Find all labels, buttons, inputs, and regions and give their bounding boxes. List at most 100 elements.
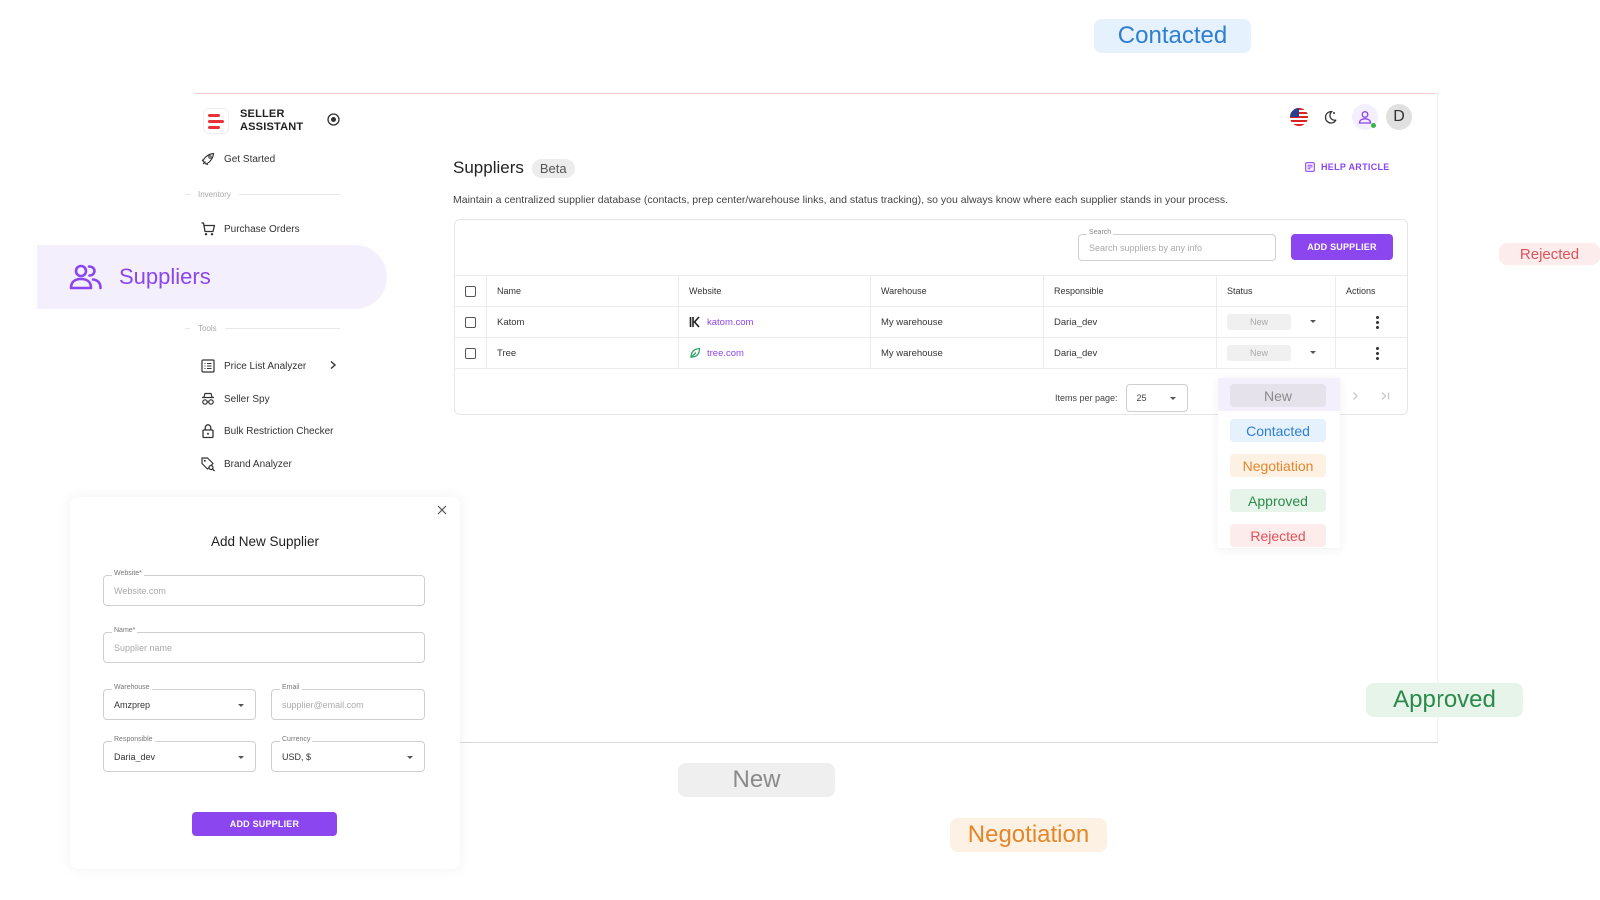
cell-name: Tree [487, 338, 679, 368]
email-input[interactable] [272, 690, 424, 719]
responsible-select[interactable]: Responsible [103, 736, 256, 772]
app-logo[interactable]: SELLER ASSISTANT [204, 108, 303, 134]
cart-icon [201, 222, 216, 236]
sidebar-item-price-list-analyzer[interactable]: Price List Analyzer [200, 357, 340, 375]
status-chip: New [1227, 345, 1291, 361]
floating-status-label: Approved [1393, 686, 1496, 713]
dark-mode-moon-icon[interactable] [1322, 109, 1338, 125]
sidebar-item-suppliers[interactable]: Suppliers [37, 245, 387, 309]
website-field[interactable]: Website* [103, 570, 425, 606]
close-icon[interactable] [437, 505, 447, 515]
add-supplier-button[interactable]: ADD SUPPLIER [1291, 234, 1393, 260]
field-label: Name* [112, 627, 138, 634]
items-per-page-select[interactable]: 25 [1125, 384, 1188, 412]
katom-favicon-icon [689, 316, 700, 328]
status-dropdown-menu: New Contacted Negotiation Approved Rejec… [1218, 378, 1340, 548]
select-all-checkbox[interactable] [464, 285, 476, 297]
sidebar-item-purchase-orders[interactable]: Purchase Orders [200, 220, 300, 238]
status-select[interactable]: New [1227, 344, 1321, 362]
warehouse-value[interactable] [104, 690, 255, 719]
name-input[interactable] [104, 633, 424, 662]
suppliers-table: Name Website Warehouse Responsible Statu… [454, 275, 1408, 369]
column-header-warehouse[interactable]: Warehouse [871, 276, 1044, 306]
sidebar-item-brand-analyzer[interactable]: Brand Analyzer [200, 455, 292, 473]
logo-text: SELLER ASSISTANT [240, 108, 303, 134]
status-select[interactable]: New [1227, 313, 1321, 331]
last-page-icon[interactable] [1379, 391, 1391, 401]
sidebar-item-label: Suppliers [119, 264, 211, 289]
sidebar-item-label: Price List Analyzer [224, 360, 307, 372]
user-icon [1358, 111, 1372, 124]
responsible-value[interactable] [104, 742, 255, 771]
page-title: Suppliers Beta [453, 158, 575, 178]
page-description: Maintain a centralized supplier database… [453, 194, 1229, 206]
cell-website: tree.com [679, 338, 871, 368]
beta-badge: Beta [531, 158, 575, 178]
logo-line-2: ASSISTANT [240, 121, 304, 133]
app-frame-bottom-border [458, 742, 1438, 743]
status-option-rejected[interactable]: Rejected [1230, 524, 1326, 547]
row-actions-menu-icon[interactable] [1346, 315, 1408, 329]
section-label: Inventory [198, 190, 231, 199]
website-link[interactable]: tree.com [707, 348, 744, 359]
status-option-negotiation[interactable]: Negotiation [1230, 454, 1326, 477]
sidebar-section-tools: Tools [185, 324, 340, 333]
row-checkbox[interactable] [464, 347, 476, 359]
column-header-status[interactable]: Status [1217, 276, 1336, 306]
field-label: Responsible [112, 736, 155, 743]
column-header-name[interactable]: Name [487, 276, 679, 306]
table-row[interactable]: Katom katom.com My warehouse Daria_dev N… [454, 306, 1408, 337]
floating-status-approved: Approved [1366, 683, 1523, 717]
section-label: Tools [198, 324, 217, 333]
currency-select[interactable]: Currency [271, 736, 425, 772]
row-actions-menu-icon[interactable] [1346, 346, 1408, 360]
topbar-actions: D [1290, 104, 1412, 130]
next-page-icon[interactable] [1350, 391, 1360, 401]
status-option-approved[interactable]: Approved [1230, 489, 1326, 512]
currency-value[interactable] [272, 742, 424, 771]
modal-title: Add New Supplier [210, 534, 320, 549]
row-checkbox[interactable] [464, 316, 476, 328]
sidebar-item-label: Brand Analyzer [224, 458, 292, 470]
tag-search-icon [201, 457, 215, 472]
user-profile-button[interactable] [1352, 104, 1378, 130]
floating-status-rejected: Rejected [1499, 243, 1600, 265]
column-header-responsible[interactable]: Responsible [1044, 276, 1217, 306]
column-header-website[interactable]: Website [679, 276, 871, 306]
floating-status-negotiation: Negotiation [950, 818, 1107, 852]
status-option-contacted[interactable]: Contacted [1230, 419, 1326, 442]
website-link[interactable]: katom.com [707, 317, 753, 328]
field-label: Email [280, 684, 302, 691]
avatar-letter: D [1393, 108, 1405, 125]
status-option-new[interactable]: New [1230, 384, 1326, 407]
field-label: Website* [112, 570, 144, 577]
caret-down-icon [238, 704, 244, 707]
sidebar-item-bulk-restriction-checker[interactable]: Bulk Restriction Checker [200, 422, 333, 440]
sidebar-item-seller-spy[interactable]: Seller Spy [200, 390, 270, 408]
cell-website: katom.com [679, 307, 871, 337]
spy-icon [202, 392, 214, 405]
sidebar-item-label: Seller Spy [224, 393, 270, 405]
logo-icon [204, 109, 228, 133]
search-input[interactable] [1079, 235, 1275, 260]
language-flag-icon[interactable] [1290, 108, 1308, 126]
warehouse-select[interactable]: Warehouse [103, 684, 256, 720]
avatar[interactable]: D [1386, 104, 1412, 130]
floating-status-label: New [732, 766, 781, 793]
logo-line-1: SELLER [240, 108, 285, 120]
app-frame-right-border [1437, 93, 1438, 742]
sidebar-item-get-started[interactable]: Get Started [200, 150, 275, 168]
sidebar-item-label: Bulk Restriction Checker [224, 425, 334, 437]
modal-add-supplier-button[interactable]: ADD SUPPLIER [192, 812, 337, 836]
name-field[interactable]: Name* [103, 627, 425, 663]
field-label: Warehouse [112, 684, 152, 691]
email-field[interactable]: Email [271, 684, 425, 720]
website-input[interactable] [104, 576, 424, 605]
sidebar-toggle-icon[interactable] [327, 113, 340, 126]
rocket-icon [201, 152, 215, 166]
help-article-label: HELP ARTICLE [1321, 162, 1390, 172]
help-article-link[interactable]: HELP ARTICLE [1305, 162, 1390, 172]
search-label: Search [1087, 229, 1114, 236]
table-row[interactable]: Tree tree.com My warehouse Daria_dev New [454, 337, 1408, 368]
search-field[interactable]: Search [1078, 229, 1276, 261]
